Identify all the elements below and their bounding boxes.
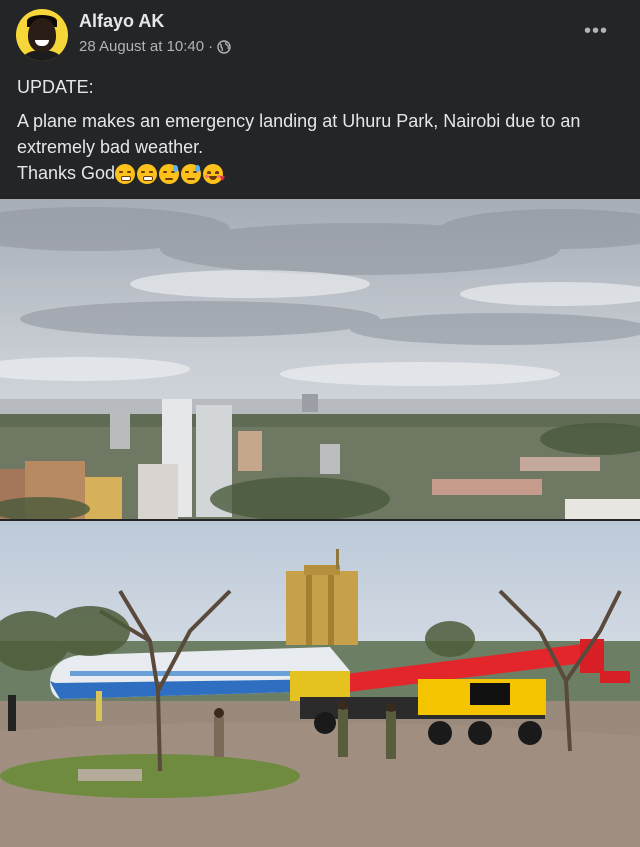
avatar[interactable]	[16, 9, 68, 61]
more-options-icon[interactable]: •••	[584, 20, 608, 43]
globe-icon[interactable]	[217, 39, 231, 54]
post-meta: 28 August at 10:40 ·	[79, 38, 231, 55]
meta-separator: ·	[208, 38, 214, 55]
grimacing-face-icon	[137, 164, 158, 185]
grimacing-face-icon	[115, 164, 136, 185]
sweat-face-icon	[159, 164, 180, 185]
post-text-thanks-line: Thanks God ♥	[17, 160, 627, 186]
post-timestamp[interactable]: 28 August at 10:40	[79, 38, 204, 55]
skyline-photo[interactable]	[0, 199, 640, 519]
post-text-body: A plane makes an emergency landing at Uh…	[17, 111, 581, 157]
emoji-row: ♥	[115, 164, 225, 185]
plane-park-photo[interactable]	[0, 521, 640, 847]
post-header: Alfayo AK 28 August at 10:40 · •••	[0, 0, 640, 70]
author-name[interactable]: Alfayo AK	[79, 11, 164, 32]
post-text-update: UPDATE:	[17, 77, 94, 97]
sweat-face-icon	[181, 164, 202, 185]
post-text: UPDATE: A plane makes an emergency landi…	[17, 74, 627, 186]
smiling-face-with-hearts-icon: ♥	[203, 164, 225, 185]
post-text-thanks: Thanks God	[17, 163, 116, 183]
